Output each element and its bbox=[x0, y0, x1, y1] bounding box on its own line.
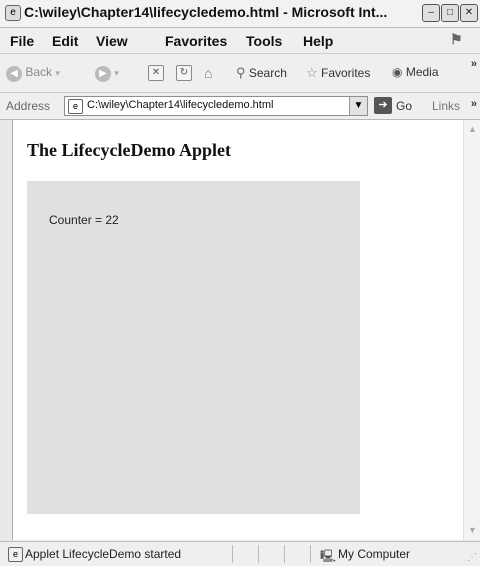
status-message: Applet LifecycleDemo started bbox=[25, 547, 182, 561]
links-toolbar[interactable]: Links bbox=[432, 99, 460, 113]
go-button[interactable]: Go bbox=[396, 99, 412, 113]
address-url: C:\wiley\Chapter14\lifecycledemo.html bbox=[87, 99, 274, 111]
window-controls: – □ ✕ bbox=[422, 4, 478, 22]
address-field[interactable]: e C:\wiley\Chapter14\lifecycledemo.html … bbox=[64, 96, 368, 116]
address-dropdown-icon[interactable]: ▼ bbox=[349, 97, 367, 115]
favorites-label: Favorites bbox=[321, 66, 371, 80]
toolbar-overflow-chevron[interactable]: » bbox=[471, 58, 477, 70]
title-bar: e C:\wiley\Chapter14\lifecycledemo.html … bbox=[0, 0, 480, 28]
applet-area: Counter = 22 bbox=[27, 181, 360, 514]
home-icon: ⌂ bbox=[204, 65, 213, 81]
status-divider bbox=[258, 545, 259, 563]
close-button[interactable]: ✕ bbox=[460, 4, 478, 22]
windows-logo-icon: ⚑ bbox=[450, 31, 463, 47]
security-zone: My Computer bbox=[338, 547, 411, 561]
back-label: Back bbox=[25, 65, 53, 79]
page-content: The LifecycleDemo Applet Counter = 22 bbox=[12, 120, 463, 540]
minimize-button[interactable]: – bbox=[422, 4, 440, 22]
menu-edit[interactable]: Edit bbox=[52, 33, 78, 49]
favorites-button[interactable]: ☆ Favorites bbox=[306, 65, 370, 81]
refresh-icon: ↻ bbox=[176, 65, 192, 81]
address-label: Address bbox=[6, 99, 51, 113]
forward-arrow-icon: ▶ bbox=[95, 66, 111, 82]
status-divider bbox=[232, 545, 233, 563]
search-button[interactable]: ⚲ Search bbox=[236, 65, 287, 81]
media-icon: ◉ bbox=[392, 65, 403, 79]
refresh-button[interactable]: ↻ bbox=[176, 65, 192, 81]
star-icon: ☆ bbox=[306, 65, 318, 80]
search-label: Search bbox=[248, 66, 287, 80]
back-dropdown-icon: ▾ bbox=[55, 68, 60, 78]
status-page-icon: e bbox=[8, 547, 23, 562]
back-arrow-icon: ◀ bbox=[6, 66, 22, 82]
menu-view[interactable]: View bbox=[96, 33, 128, 49]
browser-window: e C:\wiley\Chapter14\lifecycledemo.html … bbox=[0, 0, 480, 566]
scroll-down-icon[interactable]: ▼ bbox=[466, 524, 479, 537]
stop-button[interactable]: ✕ bbox=[148, 65, 164, 81]
stop-icon: ✕ bbox=[148, 65, 164, 81]
maximize-button[interactable]: □ bbox=[441, 4, 459, 22]
back-button[interactable]: ◀ Back ▾ bbox=[6, 65, 60, 82]
forward-dropdown-icon: ▾ bbox=[114, 68, 119, 78]
vertical-scrollbar[interactable]: ▲ ▼ bbox=[463, 120, 480, 540]
address-bar: Address e C:\wiley\Chapter14\lifecyclede… bbox=[0, 93, 480, 120]
menu-file[interactable]: File bbox=[10, 33, 34, 49]
ie-page-icon: e bbox=[5, 5, 21, 21]
search-icon: ⚲ bbox=[236, 65, 246, 80]
page-heading: The LifecycleDemo Applet bbox=[27, 140, 231, 160]
window-title: C:\wiley\Chapter14\lifecycledemo.html - … bbox=[24, 4, 388, 20]
menu-favorites[interactable]: Favorites bbox=[165, 33, 227, 49]
status-bar: e Applet LifecycleDemo started 🖳 My Comp… bbox=[0, 541, 480, 566]
menu-tools[interactable]: Tools bbox=[246, 33, 282, 49]
page-icon: e bbox=[68, 99, 83, 114]
go-arrow-icon[interactable]: ➔ bbox=[374, 97, 392, 114]
counter-text: Counter = 22 bbox=[49, 213, 119, 227]
links-overflow-chevron[interactable]: » bbox=[471, 98, 477, 110]
media-button[interactable]: ◉ Media bbox=[392, 65, 439, 79]
resize-grip-icon[interactable]: ⋰ bbox=[467, 552, 477, 563]
menu-help[interactable]: Help bbox=[303, 33, 333, 49]
scroll-up-icon[interactable]: ▲ bbox=[466, 123, 479, 136]
home-button[interactable]: ⌂ bbox=[204, 65, 212, 81]
forward-button[interactable]: ▶ ▾ bbox=[95, 65, 119, 82]
media-label: Media bbox=[405, 65, 439, 79]
standard-toolbar: ◀ Back ▾ ▶ ▾ ✕ ↻ ⌂ ⚲ Search ☆ Favorites … bbox=[0, 54, 480, 93]
status-divider bbox=[284, 545, 285, 563]
menu-bar: File Edit View Favorites Tools Help ⚑ bbox=[0, 28, 480, 54]
status-divider bbox=[310, 545, 311, 563]
